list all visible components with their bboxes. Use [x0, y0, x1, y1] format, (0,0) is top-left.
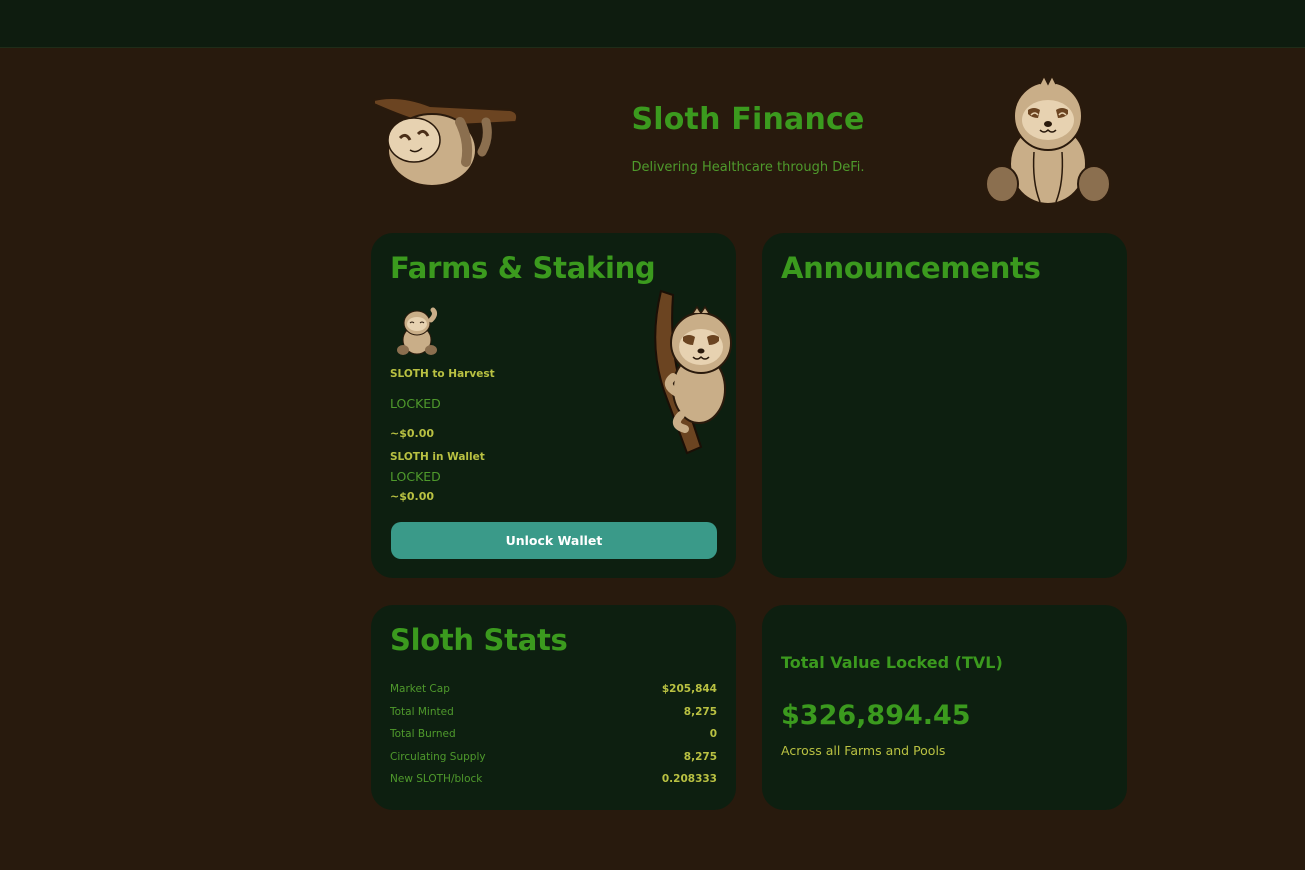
- stats-card-title: Sloth Stats: [390, 623, 568, 657]
- stats-value: 0.208333: [661, 773, 717, 786]
- farms-card-title: Farms & Staking: [390, 251, 656, 285]
- sloth-branch-icon: [654, 289, 732, 455]
- harvest-usd-value: ~$0.00: [390, 427, 435, 440]
- top-nav-bar: [0, 0, 1305, 48]
- wallet-label: SLOTH in Wallet: [390, 451, 485, 463]
- sloth-waving-icon: [397, 307, 438, 355]
- stats-value: 8,275: [683, 705, 717, 718]
- tvl-title: Total Value Locked (TVL): [781, 653, 1003, 672]
- stats-value: 8,275: [683, 750, 717, 763]
- stats-label: Total Minted: [390, 705, 454, 718]
- announcements-card: Announcements: [762, 233, 1127, 578]
- stats-row-circulating-supply: Circulating Supply 8,275: [390, 746, 717, 769]
- unlock-wallet-button[interactable]: Unlock Wallet: [391, 522, 717, 559]
- wallet-usd-value: ~$0.00: [390, 490, 435, 503]
- farms-staking-card: Farms & Staking SLOTH to Harvest LOCKED …: [371, 233, 736, 578]
- tvl-subtitle: Across all Farms and Pools: [781, 743, 946, 758]
- site-tagline: Delivering Healthcare through DeFi.: [631, 160, 865, 175]
- tvl-value: $326,894.45: [781, 700, 971, 731]
- site-title: Sloth Finance: [631, 102, 865, 137]
- stats-row-market-cap: Market Cap $205,844: [390, 678, 717, 701]
- sloth-sitting-icon: [985, 74, 1111, 205]
- harvest-label: SLOTH to Harvest: [390, 368, 495, 380]
- stats-label: Total Burned: [390, 728, 456, 741]
- announcements-title: Announcements: [781, 251, 1041, 285]
- sloth-hanging-icon: [373, 97, 519, 187]
- tvl-card: Total Value Locked (TVL) $326,894.45 Acr…: [762, 605, 1127, 810]
- stats-row-total-burned: Total Burned 0: [390, 723, 717, 746]
- stats-value: 0: [709, 728, 717, 741]
- stats-label: Circulating Supply: [390, 750, 486, 763]
- stats-list: Market Cap $205,844 Total Minted 8,275 T…: [390, 678, 717, 791]
- stats-row-new-sloth-per-block: New SLOTH/block 0.208333: [390, 768, 717, 791]
- sloth-stats-card: Sloth Stats Market Cap $205,844 Total Mi…: [371, 605, 736, 810]
- harvest-value: LOCKED: [390, 396, 441, 411]
- stats-value: $205,844: [661, 683, 717, 696]
- stats-label: Market Cap: [390, 683, 450, 696]
- wallet-value: LOCKED: [390, 469, 441, 484]
- stats-row-total-minted: Total Minted 8,275: [390, 701, 717, 724]
- stats-label: New SLOTH/block: [390, 773, 483, 786]
